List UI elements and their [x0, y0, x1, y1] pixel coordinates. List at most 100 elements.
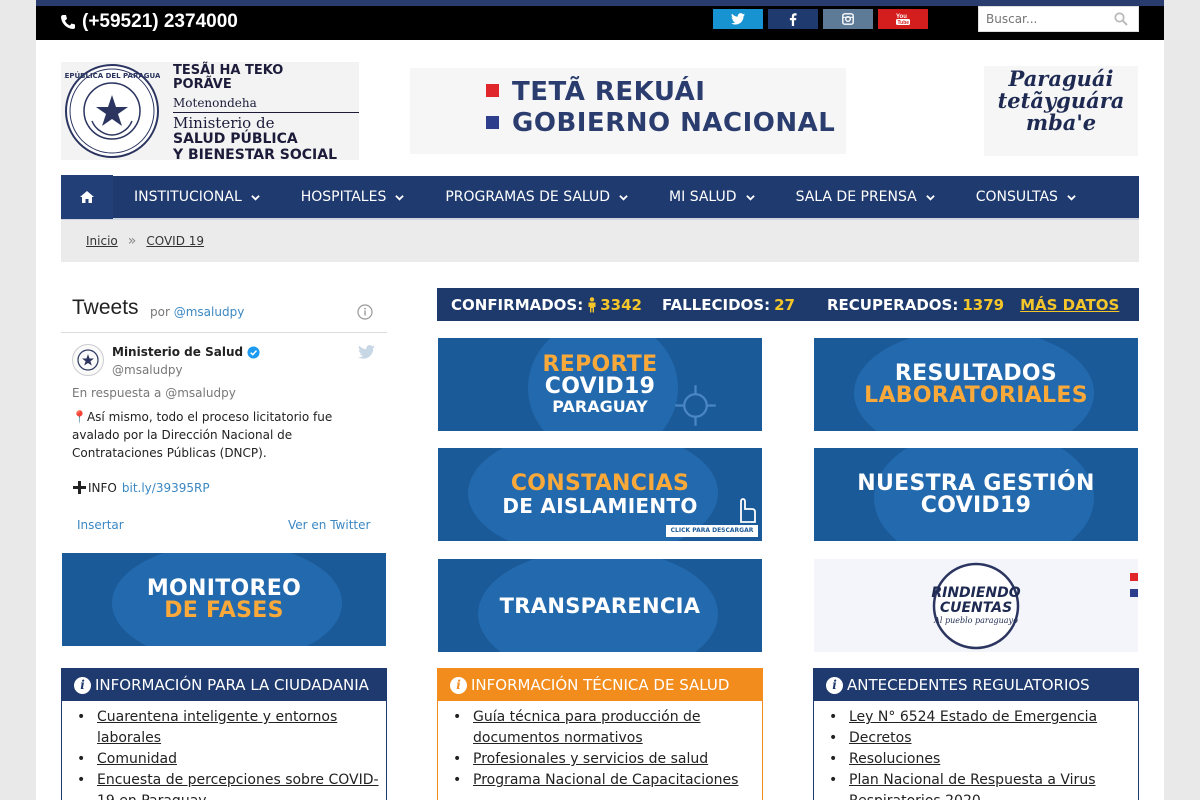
box-header: i INFORMACIÓN TÉCNICA DE SALUD [438, 669, 762, 701]
author-name-text: Ministerio de Salud [112, 345, 244, 359]
reporte-covid-banner[interactable]: REPORTE COVID19 PARAGUAY [438, 338, 762, 431]
list-item: Comunidad [77, 749, 382, 770]
nuestra-gestion-banner[interactable]: NUESTRA GESTIÓN COVID19 [814, 448, 1138, 541]
box-list: Cuarentena inteligente y entornos labora… [62, 701, 386, 800]
tile-line1: CONSTANCIAS [510, 470, 690, 496]
list-item: Resoluciones [829, 749, 1134, 770]
reply-prefix: En respuesta a [72, 386, 162, 400]
nav-home[interactable] [61, 175, 113, 219]
box-link[interactable]: Cuarentena inteligente y entornos labora… [97, 709, 337, 746]
info-link[interactable]: bit.ly/39395RP [122, 481, 210, 495]
plus-icon [73, 481, 86, 494]
tile-line2: COVID19 [544, 373, 656, 399]
tecnica-box: i INFORMACIÓN TÉCNICA DE SALUD Guía técn… [437, 668, 763, 800]
box-link[interactable]: Comunidad [97, 751, 177, 767]
box-title: ANTECEDENTES REGULATORIOS [847, 676, 1090, 694]
info-icon: i [826, 676, 843, 694]
list-item: Programa Nacional de Capacitaciones [453, 770, 758, 791]
facebook-icon [789, 12, 797, 26]
breadcrumb-home[interactable]: Inicio [86, 234, 118, 248]
tweet-author-name[interactable]: Ministerio de Salud [112, 345, 260, 359]
rindiendo-cuentas-banner[interactable]: RINDIENDO CUENTAS Al pueblo paraguayo [814, 559, 1138, 652]
tweets-divider [61, 332, 387, 333]
nav-institucional[interactable]: INSTITUCIONAL [134, 189, 260, 205]
box-link[interactable]: Encuesta de percepciones sobre COVID-19 … [97, 772, 379, 800]
chevron-down-icon [395, 194, 405, 201]
facebook-link[interactable] [768, 9, 818, 29]
avatar[interactable] [72, 344, 104, 376]
ciudadania-box: i INFORMACIÓN PARA LA CIUDADANIA Cuarent… [61, 668, 387, 800]
resultados-laboratoriales-banner[interactable]: RESULTADOS LABORATORIALES [814, 338, 1138, 431]
instagram-link[interactable] [823, 9, 873, 29]
flag-red-square [1130, 573, 1138, 581]
svg-text:REPÚBLICA DEL PARAGUAY: REPÚBLICA DEL PARAGUAY [64, 71, 160, 80]
constancias-aislamiento-banner[interactable]: CONSTANCIAS DE AISLAMIENTO CLICK PARA DE… [438, 448, 762, 541]
box-list: Guía técnica para producción de document… [438, 701, 762, 791]
nav-label: HOSPITALES [300, 189, 387, 205]
recovered-label: RECUPERADOS: [826, 295, 959, 314]
twitter-link[interactable] [713, 9, 763, 29]
svg-text:Tube: Tube [898, 20, 910, 26]
home-icon [80, 191, 94, 203]
list-item: Guía técnica para producción de document… [453, 707, 758, 749]
nav-label: PROGRAMAS DE SALUD [445, 189, 611, 205]
chevron-down-icon [619, 194, 628, 201]
blue-square [486, 116, 499, 129]
transparencia-banner[interactable]: TRANSPARENCIA [438, 559, 762, 652]
top-bar: (+59521) 2374000 You Tube [36, 0, 1164, 40]
tweet-info-line: INFO bit.ly/39395RP [72, 480, 210, 495]
search-icon[interactable] [1114, 12, 1128, 26]
reply-handle[interactable]: @msaludpy [165, 386, 236, 400]
gov-line2: GOBIERNO NACIONAL [512, 108, 836, 138]
box-link[interactable]: Programa Nacional de Capacitaciones [473, 772, 738, 788]
search-input[interactable] [979, 7, 1109, 31]
nav-hospitales[interactable]: HOSPITALES [301, 189, 405, 205]
box-link[interactable]: Decretos [849, 730, 912, 746]
chevron-down-icon [1067, 194, 1076, 201]
more-data-link[interactable]: MÁS DATOS [1020, 296, 1119, 314]
tweets-by-handle[interactable]: @msaludpy [174, 305, 245, 319]
logo-ministry-line3: Y BIENESTAR SOCIAL [173, 147, 337, 163]
nav-mi-salud[interactable]: MI SALUD [669, 189, 755, 205]
chevron-down-icon [745, 194, 755, 201]
twitter-timeline: Tweets por @msaludpy Ministerio de Salud… [61, 288, 387, 546]
tweet-author-handle[interactable]: @msaludpy [112, 363, 183, 377]
twitter-icon [731, 13, 745, 25]
box-link[interactable]: Plan Nacional de Respuesta a Virus Respi… [849, 772, 1095, 800]
list-item: Profesionales y servicios de salud [453, 749, 758, 770]
embed-link[interactable]: Insertar [77, 518, 124, 532]
tile-line3: PARAGUAY [552, 396, 648, 416]
monitoreo-fases-banner[interactable]: MONITOREO DE FASES [62, 553, 386, 646]
motto-logo: Paraguái tetãyguára mba'e [984, 66, 1138, 156]
virus-icon [675, 385, 716, 426]
phone-text: (+59521) 2374000 [82, 11, 238, 32]
tweet-text: Así mismo, todo el proceso licitatorio f… [72, 410, 333, 460]
list-item: Plan Nacional de Respuesta a Virus Respi… [829, 770, 1134, 800]
box-link[interactable]: Guía técnica para producción de document… [473, 709, 701, 746]
ministry-logo[interactable]: REPÚBLICA DEL PARAGUAY TESÃI HA TEKO POR… [61, 62, 359, 163]
nav-programas[interactable]: PROGRAMAS DE SALUD [445, 189, 628, 205]
view-on-twitter-link[interactable]: Ver en Twitter [288, 518, 370, 532]
breadcrumb-current[interactable]: COVID 19 [146, 234, 204, 248]
info-icon[interactable] [357, 304, 373, 320]
box-link[interactable]: Ley N° 6524 Estado de Emergencia [849, 709, 1097, 725]
tile-line1-a: NUESTRA GESTIÓN [857, 470, 1095, 496]
nav-sala-prensa[interactable]: SALA DE PRENSA [796, 189, 935, 205]
gobierno-nacional-banner[interactable]: TETÃ REKUÁI GOBIERNO NACIONAL [410, 68, 846, 154]
red-square [486, 84, 499, 97]
tweets-by: por @msaludpy [150, 305, 244, 319]
tweets-title: Tweets [72, 296, 139, 319]
ministry-seal-icon [77, 349, 99, 371]
click-download-label: CLICK PARA DESCARGAR [666, 525, 758, 537]
box-link[interactable]: Resoluciones [849, 751, 940, 767]
box-link[interactable]: Profesionales y servicios de salud [473, 751, 708, 767]
confirmed-label: CONFIRMADOS: [451, 295, 584, 314]
phone-number[interactable]: (+59521) 2374000 [60, 11, 238, 33]
tile-line1: REPORTE [542, 351, 658, 377]
nav-label: INSTITUCIONAL [134, 189, 242, 205]
box-header: i ANTECEDENTES REGULATORIOS [814, 669, 1138, 701]
nav-consultas[interactable]: CONSULTAS [976, 189, 1076, 205]
twitter-bird-icon[interactable] [358, 345, 375, 359]
logo-ministry-text: Ministerio de SALUD PÚBLICA Y BIENESTAR … [173, 112, 359, 163]
youtube-link[interactable]: You Tube [878, 9, 928, 29]
